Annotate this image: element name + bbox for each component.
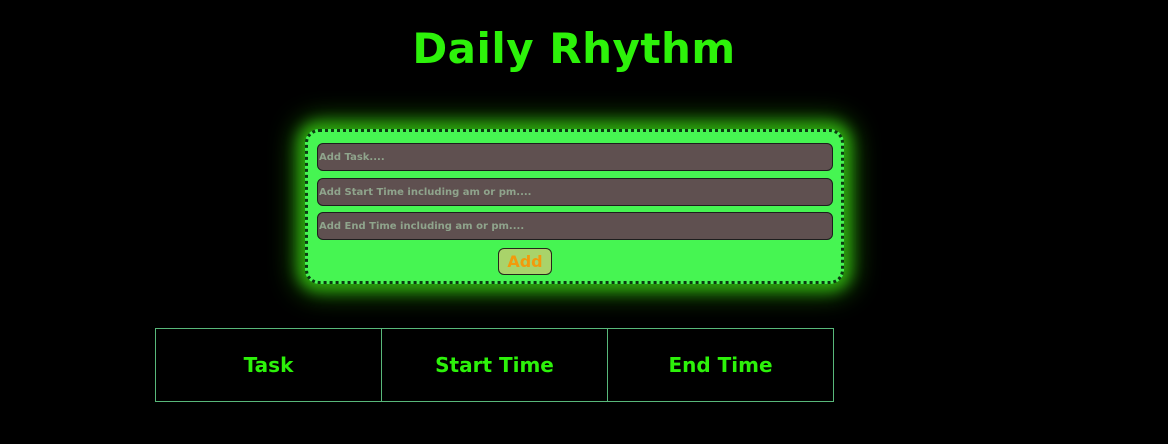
- add-button[interactable]: Add: [498, 248, 552, 275]
- table-header-row: Task Start Time End Time: [155, 328, 834, 402]
- column-header-task: Task: [155, 328, 382, 402]
- start-time-input[interactable]: [317, 178, 833, 206]
- task-input[interactable]: [317, 143, 833, 171]
- page: Daily Rhythm Add Task Start Time End Tim…: [0, 0, 1168, 444]
- add-task-form: Add: [305, 129, 844, 284]
- end-time-input[interactable]: [317, 212, 833, 240]
- column-header-end-time: End Time: [607, 328, 834, 402]
- page-title: Daily Rhythm: [412, 24, 736, 73]
- column-header-start-time: Start Time: [381, 328, 608, 402]
- task-table: Task Start Time End Time: [155, 328, 834, 402]
